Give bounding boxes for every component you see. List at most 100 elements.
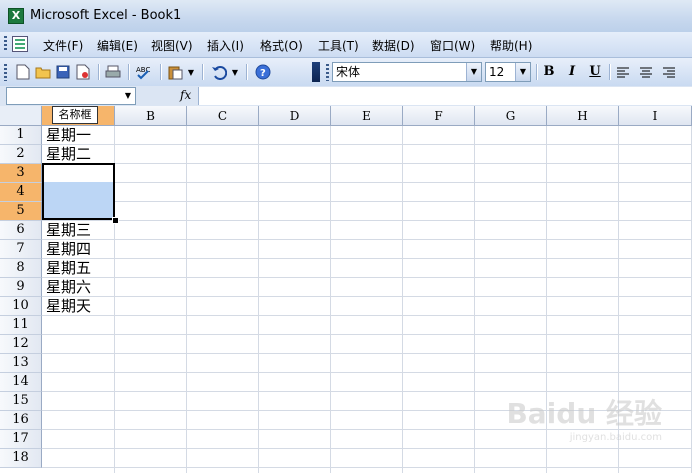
column-header-d[interactable]: D xyxy=(259,106,331,126)
menu-file[interactable]: 文件(F) xyxy=(43,37,83,54)
active-cell[interactable] xyxy=(44,165,113,182)
gridline xyxy=(42,239,692,240)
column-header-f[interactable]: F xyxy=(403,106,475,126)
chevron-down-icon[interactable]: ▼ xyxy=(515,63,530,81)
new-icon[interactable] xyxy=(14,63,32,81)
cell-a8[interactable]: 星期五 xyxy=(46,259,91,278)
menu-view[interactable]: 视图(V) xyxy=(151,37,193,54)
name-box[interactable]: ▼ xyxy=(6,87,136,105)
font-name-select[interactable]: 宋体 ▼ xyxy=(332,62,482,82)
open-folder-icon[interactable] xyxy=(34,63,52,81)
chevron-down-icon[interactable]: ▼ xyxy=(125,91,131,100)
menu-window[interactable]: 窗口(W) xyxy=(430,37,475,54)
cell-a9[interactable]: 星期六 xyxy=(46,278,91,297)
toolbar-options-icon[interactable] xyxy=(312,62,320,82)
menu-edit[interactable]: 编辑(E) xyxy=(97,37,138,54)
row-header-8[interactable]: 8 xyxy=(0,259,42,278)
row-header-10[interactable]: 10 xyxy=(0,297,42,316)
toolbar: ABC ▼ ▼ ? 宋体 ▼ 12 ▼ B I U xyxy=(0,58,692,87)
worksheet-grid[interactable]: 181716151413121110987654321IHGFEDCBA 名称框… xyxy=(0,106,692,473)
save-icon[interactable] xyxy=(54,63,72,81)
gridline xyxy=(258,126,259,473)
undo-dropdown-icon[interactable]: ▼ xyxy=(230,63,240,81)
row-header-3[interactable]: 3 xyxy=(0,164,42,183)
row-header-16[interactable]: 16 xyxy=(0,411,42,430)
underline-button[interactable]: U xyxy=(585,63,605,81)
row-header-2[interactable]: 2 xyxy=(0,145,42,164)
watermark-url: jingyan.baidu.com xyxy=(569,432,662,443)
help-icon[interactable]: ? xyxy=(254,63,272,81)
gridline xyxy=(186,126,187,473)
formula-bar: ▼ fx xyxy=(0,86,692,107)
gridline xyxy=(42,467,692,468)
row-header-12[interactable]: 12 xyxy=(0,335,42,354)
gridline xyxy=(42,353,692,354)
insert-function-icon[interactable]: fx xyxy=(180,88,191,102)
fill-handle[interactable] xyxy=(112,217,119,224)
row-header-15[interactable]: 15 xyxy=(0,392,42,411)
menu-grip-handle[interactable] xyxy=(4,36,7,52)
toolbar-separator xyxy=(609,64,611,80)
row-header-13[interactable]: 13 xyxy=(0,354,42,373)
standard-toolbar-grip[interactable] xyxy=(4,64,7,81)
row-header-11[interactable]: 11 xyxy=(0,316,42,335)
gridline xyxy=(42,372,692,373)
cell-a6[interactable]: 星期三 xyxy=(46,221,91,240)
row-header-6[interactable]: 6 xyxy=(0,221,42,240)
toolbar-separator xyxy=(98,64,100,80)
row-header-14[interactable]: 14 xyxy=(0,373,42,392)
gridline xyxy=(402,126,403,473)
align-center-icon[interactable] xyxy=(637,63,655,81)
paste-icon[interactable] xyxy=(166,63,184,81)
row-header-7[interactable]: 7 xyxy=(0,240,42,259)
gridline xyxy=(330,126,331,473)
name-box-label: 名称框 xyxy=(52,106,98,124)
permission-icon[interactable] xyxy=(74,63,92,81)
menu-tools[interactable]: 工具(T) xyxy=(318,37,359,54)
gridline xyxy=(42,334,692,335)
font-size-select[interactable]: 12 ▼ xyxy=(485,62,531,82)
menu-bar: 文件(F) 编辑(E) 视图(V) 插入(I) 格式(O) 工具(T) 数据(D… xyxy=(0,32,692,58)
row-header-5[interactable]: 5 xyxy=(0,202,42,221)
workbook-icon[interactable] xyxy=(12,36,28,52)
gridline xyxy=(42,163,692,164)
menu-insert[interactable]: 插入(I) xyxy=(207,37,244,54)
cell-a10[interactable]: 星期天 xyxy=(46,297,91,316)
row-header-18[interactable]: 18 xyxy=(0,449,42,468)
cell-a1[interactable]: 星期一 xyxy=(46,126,91,145)
column-header-c[interactable]: C xyxy=(187,106,259,126)
row-header-4[interactable]: 4 xyxy=(0,183,42,202)
cell-a2[interactable]: 星期二 xyxy=(46,145,91,164)
chevron-down-icon[interactable]: ▼ xyxy=(466,63,481,81)
row-header-1[interactable]: 1 xyxy=(0,126,42,145)
paste-dropdown-icon[interactable]: ▼ xyxy=(186,63,196,81)
column-header-e[interactable]: E xyxy=(331,106,403,126)
font-size-value: 12 xyxy=(489,65,505,79)
italic-button[interactable]: I xyxy=(562,63,582,81)
row-header-9[interactable]: 9 xyxy=(0,278,42,297)
spelling-icon[interactable]: ABC xyxy=(134,63,152,81)
align-left-icon[interactable] xyxy=(614,63,632,81)
gridline xyxy=(42,144,692,145)
menu-data[interactable]: 数据(D) xyxy=(372,37,415,54)
formatting-toolbar-grip[interactable] xyxy=(326,64,329,81)
gridline xyxy=(474,126,475,473)
bold-button[interactable]: B xyxy=(539,63,559,81)
window-title: Microsoft Excel - Book1 xyxy=(30,8,182,23)
watermark-logo: Baidu 经验 jingyan.baidu.com xyxy=(506,392,662,443)
menu-format[interactable]: 格式(O) xyxy=(260,37,303,54)
row-header-17[interactable]: 17 xyxy=(0,430,42,449)
column-header-h[interactable]: H xyxy=(547,106,619,126)
menu-help[interactable]: 帮助(H) xyxy=(490,37,532,54)
column-header-g[interactable]: G xyxy=(475,106,547,126)
excel-app-icon[interactable]: X xyxy=(8,8,24,24)
column-header-i[interactable]: I xyxy=(619,106,692,126)
cell-a7[interactable]: 星期四 xyxy=(46,240,91,259)
undo-icon[interactable] xyxy=(210,63,228,81)
align-right-icon[interactable] xyxy=(660,63,678,81)
select-all-corner[interactable] xyxy=(0,106,42,126)
column-header-b[interactable]: B xyxy=(115,106,187,126)
formula-input[interactable] xyxy=(198,87,692,105)
print-icon[interactable] xyxy=(104,63,122,81)
gridline xyxy=(42,182,692,183)
